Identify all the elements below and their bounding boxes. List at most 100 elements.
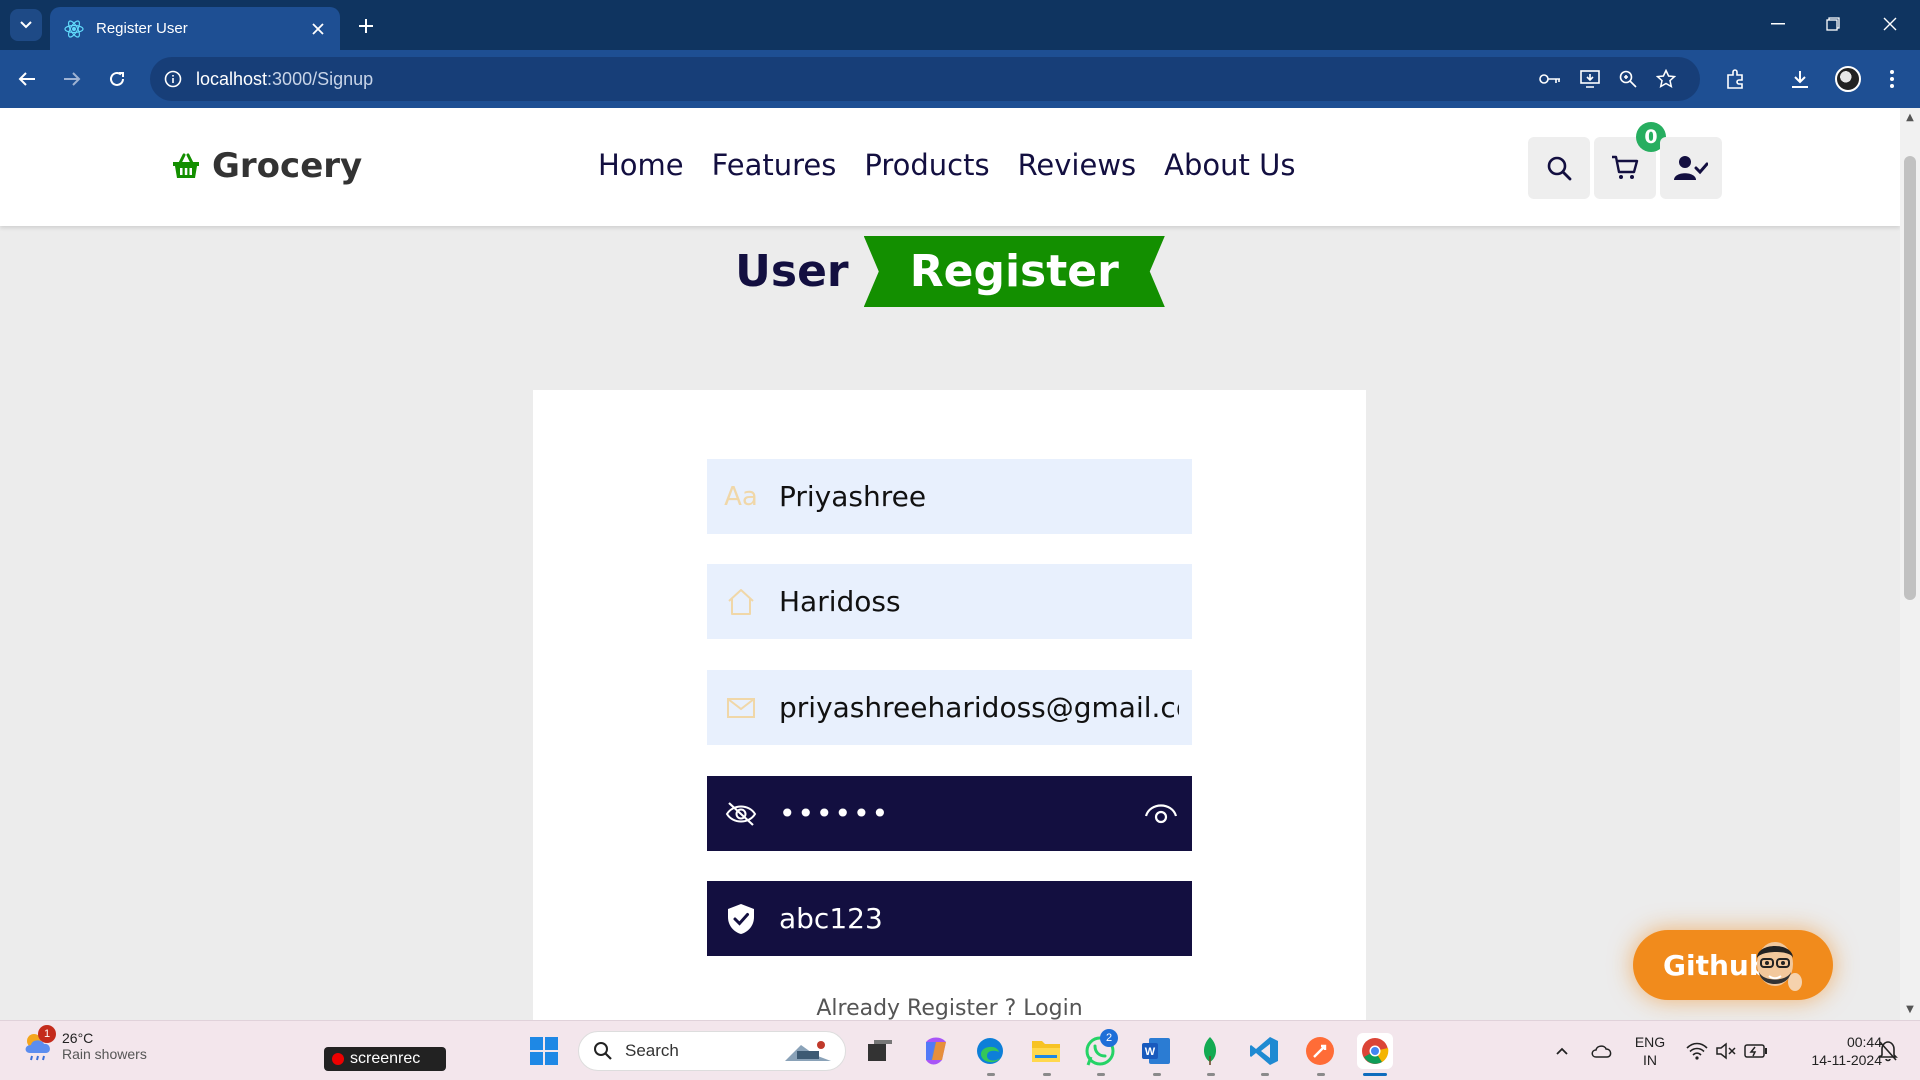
search-button[interactable] — [1528, 137, 1590, 199]
mongodb-compass-app[interactable] — [1192, 1033, 1228, 1069]
scroll-down-icon[interactable]: ▼ — [1904, 1004, 1916, 1016]
edge-app[interactable] — [972, 1033, 1008, 1069]
register-form: Aa Priyashree Haridoss priyashreeharidos… — [533, 390, 1366, 1020]
back-button[interactable] — [12, 64, 42, 94]
task-view-icon — [868, 1040, 892, 1061]
password-field[interactable]: •••••• — [707, 776, 1192, 851]
close-window-button[interactable] — [1872, 10, 1908, 38]
word-app[interactable]: W — [1138, 1033, 1174, 1069]
screenrec-label: screenrec — [350, 1050, 421, 1067]
whatsapp-badge: 2 — [1100, 1029, 1118, 1047]
minimize-icon — [1771, 23, 1785, 25]
weather-widget[interactable]: 1 26°C Rain showers — [22, 1025, 147, 1063]
task-view-button[interactable] — [862, 1033, 898, 1069]
copilot-app[interactable] — [918, 1033, 954, 1069]
browser-tab-active[interactable]: Register User — [50, 7, 340, 50]
page-viewport: Grocery Home Features Products Reviews A… — [0, 108, 1900, 1020]
install-app-icon[interactable] — [1578, 68, 1602, 90]
language-code: ENG — [1634, 1034, 1666, 1050]
edge-running-indicator — [987, 1073, 995, 1076]
captcha-value: abc123 — [779, 902, 883, 935]
site-info-icon[interactable] — [164, 70, 182, 88]
captcha-field[interactable]: abc123 — [707, 881, 1192, 956]
restore-button[interactable] — [1815, 10, 1851, 38]
email-field[interactable]: priyashreeharidoss@gmail.com — [707, 670, 1192, 745]
show-hidden-icons-button[interactable] — [1550, 1033, 1574, 1069]
github-button[interactable]: Github — [1633, 930, 1833, 1000]
mongodb-running-indicator — [1207, 1073, 1215, 1076]
nav-features[interactable]: Features — [712, 148, 837, 182]
profile-avatar[interactable] — [1834, 65, 1862, 93]
eye-icon — [1144, 804, 1178, 824]
windows-start-button[interactable] — [526, 1033, 562, 1069]
cart-icon — [1612, 155, 1639, 179]
password-key-icon[interactable] — [1538, 68, 1562, 90]
mail-icon — [723, 690, 759, 726]
wifi-tray-button[interactable] — [1684, 1033, 1710, 1069]
shield-check-icon — [723, 901, 759, 937]
shopping-basket-icon — [173, 153, 199, 178]
word-running-indicator — [1153, 1073, 1161, 1076]
chevron-up-icon — [1556, 1047, 1568, 1055]
taskbar-search[interactable]: Search — [578, 1031, 846, 1071]
chrome-icon — [1362, 1038, 1389, 1064]
volume-muted-icon — [1716, 1042, 1736, 1060]
last-name-field[interactable]: Haridoss — [707, 564, 1192, 639]
tab-search-button[interactable] — [10, 9, 42, 41]
nav-reviews[interactable]: Reviews — [1018, 148, 1137, 182]
logo-text: Grocery — [212, 146, 363, 186]
minimize-button[interactable] — [1760, 10, 1796, 38]
first-name-field[interactable]: Aa Priyashree — [707, 459, 1192, 534]
nav-about-us[interactable]: About Us — [1164, 148, 1295, 182]
page-scrollbar[interactable]: ▲ ▼ — [1900, 108, 1920, 1020]
memoji-avatar-icon — [1757, 942, 1802, 991]
url-text: localhost:3000/Signup — [196, 68, 374, 89]
scrollbar-thumb[interactable] — [1904, 156, 1916, 600]
browser-tab-bar: Register User — [0, 0, 1920, 50]
wifi-icon — [1686, 1042, 1708, 1060]
nav-products[interactable]: Products — [864, 148, 989, 182]
extensions-icon[interactable] — [1722, 65, 1750, 93]
file-explorer-app[interactable] — [1028, 1033, 1064, 1069]
login-link[interactable]: Already Register ? Login — [533, 996, 1366, 1020]
react-icon — [64, 19, 84, 38]
search-icon — [1547, 156, 1572, 181]
chrome-app[interactable] — [1357, 1033, 1393, 1069]
tab-close-button[interactable] — [308, 19, 328, 39]
clock[interactable]: 00:44 14-11-2024 — [1782, 1033, 1882, 1069]
windows-taskbar: 1 26°C Rain showers screenrec Search 2 W — [0, 1020, 1920, 1080]
eye-off-icon — [723, 796, 759, 832]
reload-button[interactable] — [102, 64, 132, 94]
onedrive-tray-button[interactable] — [1588, 1033, 1616, 1069]
arrow-right-icon — [64, 72, 81, 86]
browser-menu-icon[interactable] — [1878, 65, 1906, 93]
scroll-up-icon[interactable]: ▲ — [1904, 112, 1916, 124]
volume-tray-button[interactable] — [1713, 1033, 1739, 1069]
title-user-word: User — [735, 246, 849, 297]
nav-home[interactable]: Home — [598, 148, 684, 182]
download-icon[interactable] — [1786, 65, 1814, 93]
screenrec-widget[interactable]: screenrec — [324, 1047, 446, 1071]
bookmark-star-icon[interactable] — [1654, 68, 1678, 90]
user-account-button[interactable] — [1660, 137, 1722, 199]
notifications-button[interactable] — [1874, 1033, 1902, 1069]
battery-tray-button[interactable] — [1743, 1033, 1769, 1069]
site-logo[interactable]: Grocery — [172, 146, 362, 186]
vscode-app[interactable] — [1246, 1033, 1282, 1069]
region-code: IN — [1643, 1052, 1657, 1068]
address-bar[interactable]: localhost:3000/Signup — [150, 57, 1700, 101]
language-indicator[interactable]: ENG IN — [1630, 1033, 1670, 1069]
weather-temp: 26°C — [62, 1030, 94, 1046]
edge-icon — [977, 1038, 1003, 1064]
show-password-toggle[interactable] — [1144, 798, 1178, 830]
cloud-sync-icon — [1591, 1045, 1612, 1058]
new-tab-button[interactable] — [352, 12, 380, 40]
weather-alert-badge: 1 — [38, 1025, 56, 1043]
zoom-icon[interactable] — [1616, 68, 1640, 90]
forward-button[interactable] — [57, 64, 87, 94]
first-name-value: Priyashree — [779, 480, 927, 513]
close-icon — [1883, 17, 1897, 31]
postman-app[interactable] — [1302, 1033, 1338, 1069]
home-icon — [723, 584, 759, 620]
vscode-icon — [1250, 1037, 1278, 1065]
